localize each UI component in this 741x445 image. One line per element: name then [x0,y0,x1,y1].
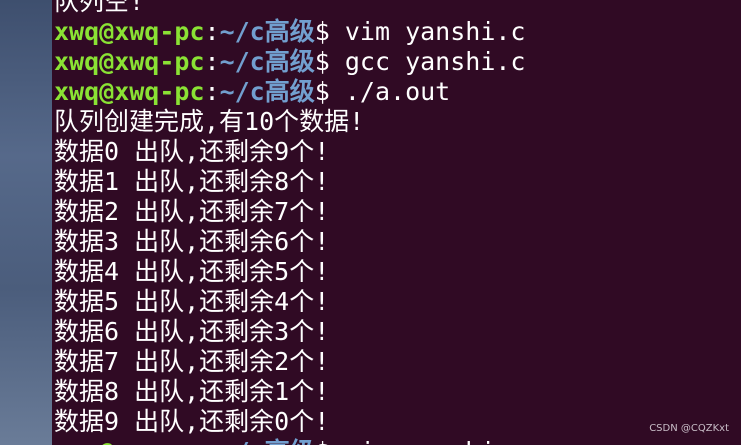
prompt-path: ~/c高级 [220,437,315,445]
prompt-symbol: $ [314,77,330,106]
prompt-separator: : [205,437,220,445]
prompt-user-host: xwq@xwq-pc [54,437,205,445]
output-line: 数据5 出队,还剩余4个! [54,287,330,316]
terminal-line-partial-top: 队列空! [54,0,741,17]
terminal-output: 队列空! xwq@xwq-pc:~/c高级$ vim yanshi.c xwq@… [54,0,741,445]
prompt-symbol: $ [315,437,330,445]
output-line: 数据3 出队,还剩余6个! [54,227,330,256]
prompt-symbol: $ [314,47,330,76]
prompt-line-partial-bottom: xwq@xwq-pc:~/c高级$ vim yanshi.c [54,437,741,445]
command-text: vim yanshi.c [345,437,526,445]
output-line: 数据6 出队,还剩余3个! [54,317,330,346]
prompt-separator: : [204,17,220,46]
csdn-watermark: CSDN @CQZKxt [649,423,729,434]
prompt-separator: : [204,77,220,106]
output-line: 数据4 出队,还剩余5个! [54,257,330,286]
prompt-path: ~/c高级 [219,47,315,76]
prompt-line: xwq@xwq-pc:~/c高级$ ./a.out [54,77,741,107]
output-text: 队列空! [54,0,145,16]
output-line: 数据8 出队,还剩余1个! [54,377,330,406]
prompt-symbol: $ [314,17,330,46]
output-line: 数据7 出队,还剩余2个! [54,347,330,376]
prompt-user-host: xwq@xwq-pc [54,77,205,106]
output-line: 数据9 出队,还剩余0个! [54,407,330,436]
command-text: vim yanshi.c [344,17,526,46]
prompt-line: xwq@xwq-pc:~/c高级$ gcc yanshi.c [54,47,741,77]
output-line: 队列创建完成,有10个数据! [54,107,365,136]
prompt-separator: : [204,47,220,76]
output-line: 数据2 出队,还剩余7个! [54,197,330,226]
output-line: 数据0 出队,还剩余9个! [54,137,330,166]
prompt-path: ~/c高级 [219,77,315,106]
prompt-user-host: xwq@xwq-pc [54,17,205,46]
command-text: ./a.out [344,77,451,106]
output-line: 数据1 出队,还剩余8个! [54,167,330,196]
prompt-path: ~/c高级 [219,17,315,46]
command-text: gcc yanshi.c [344,47,526,76]
prompt-user-host: xwq@xwq-pc [54,47,205,76]
terminal-window[interactable]: 队列空! xwq@xwq-pc:~/c高级$ vim yanshi.c xwq@… [52,0,741,445]
desktop-background [0,0,52,445]
prompt-line: xwq@xwq-pc:~/c高级$ vim yanshi.c [54,17,741,47]
